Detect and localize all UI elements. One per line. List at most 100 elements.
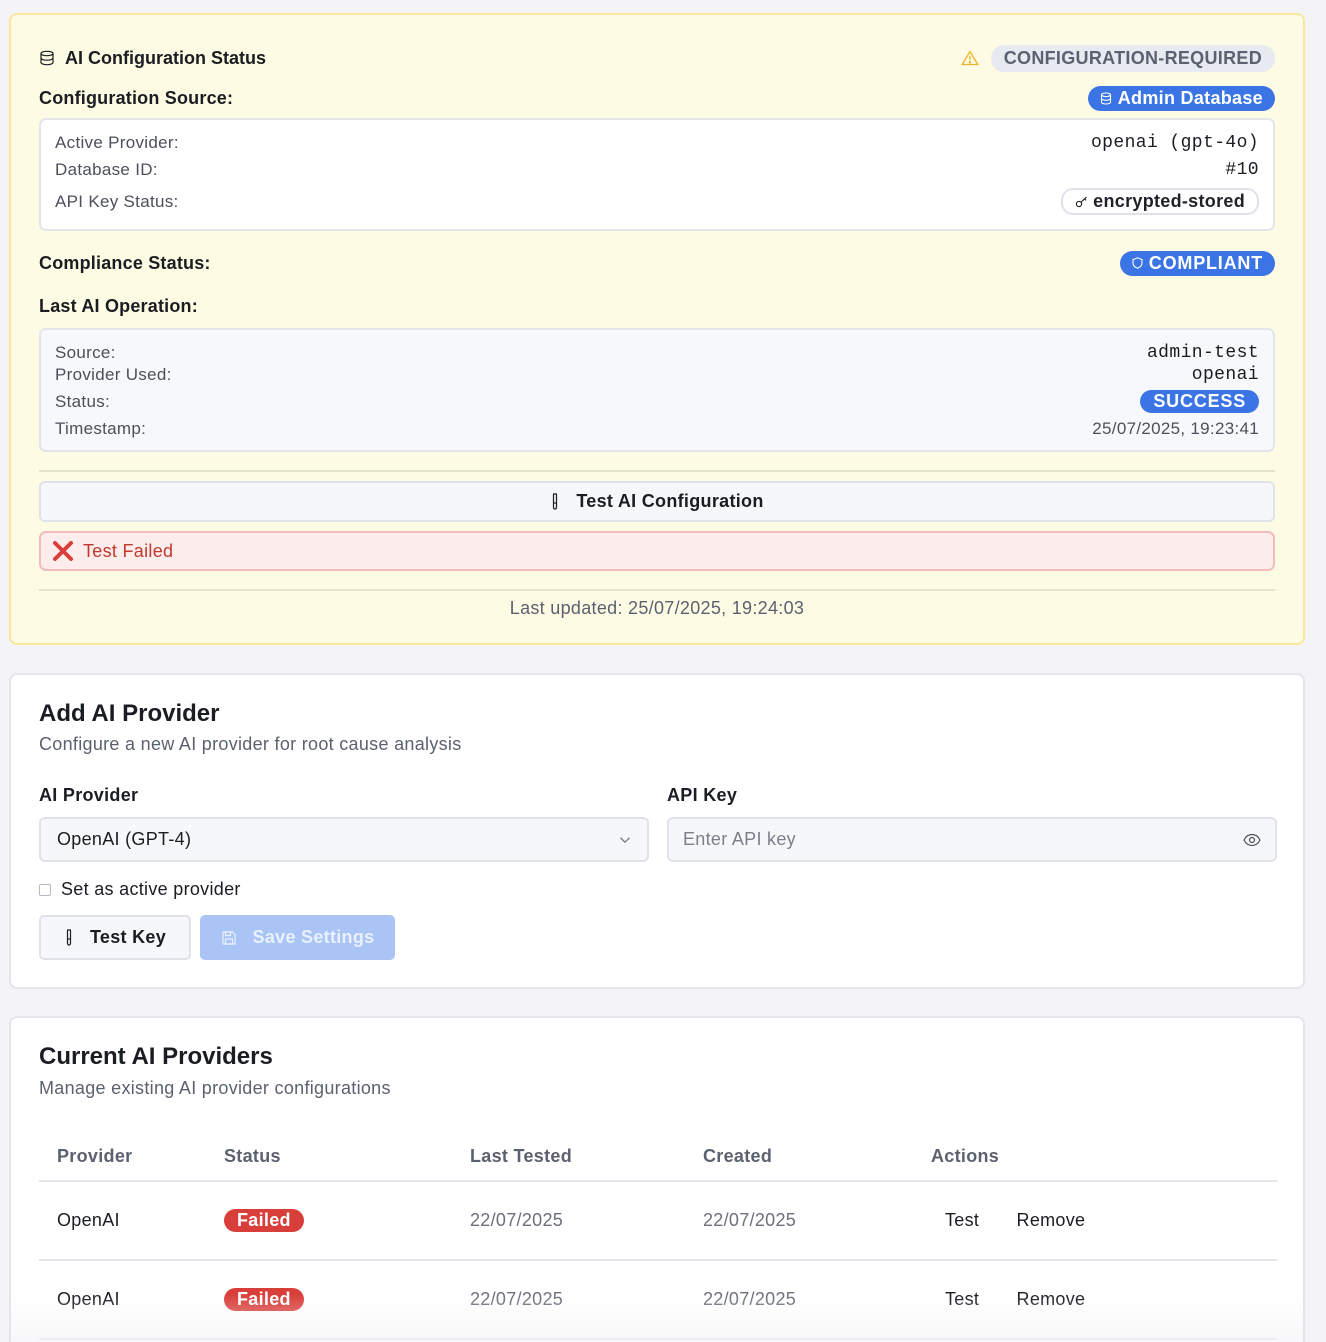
save-settings-button[interactable]: Save Settings bbox=[200, 915, 395, 960]
active-provider-label: Active Provider: bbox=[55, 133, 179, 152]
test-ai-configuration-button[interactable]: Test AI Configuration bbox=[39, 481, 1275, 522]
active-provider-value: openai (gpt-4o) bbox=[1090, 133, 1259, 153]
actions-cell: Test Remove bbox=[931, 1260, 1277, 1340]
status-title-text: AI Configuration Status bbox=[65, 47, 266, 68]
provider-cell: OpenAI bbox=[39, 1260, 224, 1340]
save-icon bbox=[221, 930, 236, 945]
test-failed-alert: Test Failed bbox=[39, 531, 1275, 571]
api-key-label: API Key bbox=[667, 785, 738, 805]
last-updated-text: Last updated: 25/07/2025, 19:24:03 bbox=[509, 598, 805, 618]
lastop-provider-value: openai bbox=[1191, 365, 1259, 385]
database-icon bbox=[40, 50, 54, 66]
created-cell: 22/07/2025 bbox=[703, 1260, 931, 1340]
actions-cell: Test Remove bbox=[931, 1181, 1277, 1261]
compliant-text: COMPLIANT bbox=[1148, 252, 1263, 273]
config-source-row: Configuration Source: Admin Database bbox=[39, 85, 1275, 111]
status-header: AI Configuration Status CONFIGURATION-RE… bbox=[39, 44, 1275, 72]
api-key-status-badge: encrypted-stored bbox=[1061, 188, 1259, 215]
last-tested-cell: 22/07/2025 bbox=[470, 1181, 703, 1261]
ai-provider-selected-value: OpenAI (GPT-4) bbox=[57, 829, 192, 849]
api-key-status-row: API Key Status: encrypted-stored bbox=[55, 188, 1259, 215]
provider-cell: OpenAI bbox=[39, 1181, 224, 1261]
remove-provider-button[interactable]: Remove bbox=[1017, 1289, 1086, 1309]
lastop-timestamp-row: Timestamp: 25/07/2025, 19:23:41 bbox=[55, 419, 1259, 439]
failed-badge: Failed bbox=[224, 1288, 304, 1311]
warning-icon bbox=[960, 50, 979, 66]
admin-database-text: Admin Database bbox=[1117, 87, 1263, 108]
lastop-status-label: Status: bbox=[55, 391, 111, 411]
ai-provider-label: AI Provider bbox=[39, 785, 139, 805]
current-providers-subtitle: Manage existing AI provider configuratio… bbox=[39, 1078, 391, 1098]
save-settings-label: Save Settings bbox=[252, 927, 375, 947]
test-tube-icon bbox=[553, 492, 558, 510]
column-header-actions: Actions bbox=[931, 1133, 1277, 1182]
divider bbox=[39, 470, 1275, 472]
column-header-status: Status bbox=[224, 1133, 470, 1182]
eye-icon[interactable] bbox=[1243, 833, 1261, 847]
api-key-status-value: encrypted-stored bbox=[1093, 191, 1245, 211]
active-provider-checkbox-row[interactable]: Set as active provider bbox=[39, 879, 241, 900]
compliance-label: Compliance Status: bbox=[39, 252, 211, 273]
last-tested-cell: 22/07/2025 bbox=[470, 1260, 703, 1340]
providers-table: Provider Status Last Tested Created Acti… bbox=[39, 1133, 1277, 1340]
ai-config-status-card: AI Configuration Status CONFIGURATION-RE… bbox=[9, 13, 1305, 645]
api-key-field bbox=[667, 817, 1277, 862]
last-operation-box: Source: admin-test Provider Used: openai… bbox=[39, 328, 1275, 452]
api-key-input[interactable] bbox=[683, 829, 1203, 850]
column-header-provider: Provider bbox=[39, 1133, 224, 1182]
database-id-value: #10 bbox=[1225, 160, 1259, 180]
column-header-created: Created bbox=[703, 1133, 931, 1182]
config-source-label: Configuration Source: bbox=[39, 87, 234, 108]
active-provider-box: Active Provider: openai (gpt-4o) Databas… bbox=[39, 118, 1275, 231]
success-badge: SUCCESS bbox=[1140, 390, 1259, 413]
current-providers-card: Current AI Providers Manage existing AI … bbox=[9, 1016, 1305, 1342]
config-state: CONFIGURATION-REQUIRED bbox=[960, 44, 1275, 72]
api-key-status-label: API Key Status: bbox=[55, 191, 179, 211]
active-provider-checkbox[interactable] bbox=[39, 883, 51, 896]
compliance-row: Compliance Status: COMPLIANT bbox=[39, 250, 1275, 276]
lastop-timestamp-value: 25/07/2025, 19:23:41 bbox=[1092, 419, 1259, 438]
test-ai-configuration-label: Test AI Configuration bbox=[576, 491, 764, 511]
error-x-icon bbox=[53, 541, 73, 561]
remove-provider-button[interactable]: Remove bbox=[1017, 1210, 1086, 1230]
created-cell: 22/07/2025 bbox=[703, 1181, 931, 1261]
test-key-label: Test Key bbox=[89, 927, 167, 947]
table-header-row: Provider Status Last Tested Created Acti… bbox=[39, 1133, 1277, 1182]
database-icon bbox=[1100, 91, 1111, 105]
test-provider-button[interactable]: Test bbox=[945, 1210, 979, 1230]
database-id-label: Database ID: bbox=[55, 160, 158, 179]
table-row: OpenAI Failed 22/07/2025 22/07/2025 Test… bbox=[39, 1181, 1277, 1261]
test-failed-text: Test Failed bbox=[83, 540, 174, 561]
table-row: OpenAI Failed 22/07/2025 22/07/2025 Test… bbox=[39, 1260, 1277, 1340]
active-provider-checkbox-label: Set as active provider bbox=[61, 879, 241, 899]
shield-icon bbox=[1132, 257, 1143, 269]
last-operation-label: Last AI Operation: bbox=[39, 296, 198, 316]
status-cell: Failed bbox=[224, 1181, 470, 1261]
status-cell: Failed bbox=[224, 1260, 470, 1340]
add-provider-title: Add AI Provider bbox=[39, 700, 220, 727]
ai-provider-select[interactable]: OpenAI (GPT-4) bbox=[39, 817, 649, 862]
test-key-button[interactable]: Test Key bbox=[39, 915, 191, 960]
add-provider-card: Add AI Provider Configure a new AI provi… bbox=[9, 673, 1305, 989]
active-provider-row: Active Provider: openai (gpt-4o) bbox=[55, 133, 1259, 153]
lastop-timestamp-label: Timestamp: bbox=[55, 419, 147, 438]
divider bbox=[39, 589, 1275, 591]
current-providers-title: Current AI Providers bbox=[39, 1043, 273, 1070]
admin-database-badge: Admin Database bbox=[1087, 85, 1275, 111]
config-required-badge: CONFIGURATION-REQUIRED bbox=[990, 44, 1275, 72]
status-title: AI Configuration Status bbox=[39, 48, 266, 69]
test-provider-button[interactable]: Test bbox=[945, 1289, 979, 1309]
column-header-last-tested: Last Tested bbox=[470, 1133, 703, 1182]
database-id-row: Database ID: #10 bbox=[55, 160, 1259, 180]
lastop-provider-label: Provider Used: bbox=[55, 365, 172, 384]
lastop-provider-row: Provider Used: openai bbox=[55, 365, 1259, 385]
compliant-badge: COMPLIANT bbox=[1119, 250, 1275, 276]
key-icon bbox=[1076, 196, 1088, 207]
failed-badge: Failed bbox=[224, 1209, 304, 1232]
lastop-source-row: Source: admin-test bbox=[55, 343, 1259, 363]
chevron-down-icon bbox=[620, 836, 630, 843]
lastop-status-row: Status: SUCCESS bbox=[55, 390, 1259, 413]
lastop-source-value: admin-test bbox=[1146, 343, 1259, 363]
test-tube-icon bbox=[66, 928, 72, 946]
add-provider-subtitle: Configure a new AI provider for root cau… bbox=[39, 734, 462, 754]
